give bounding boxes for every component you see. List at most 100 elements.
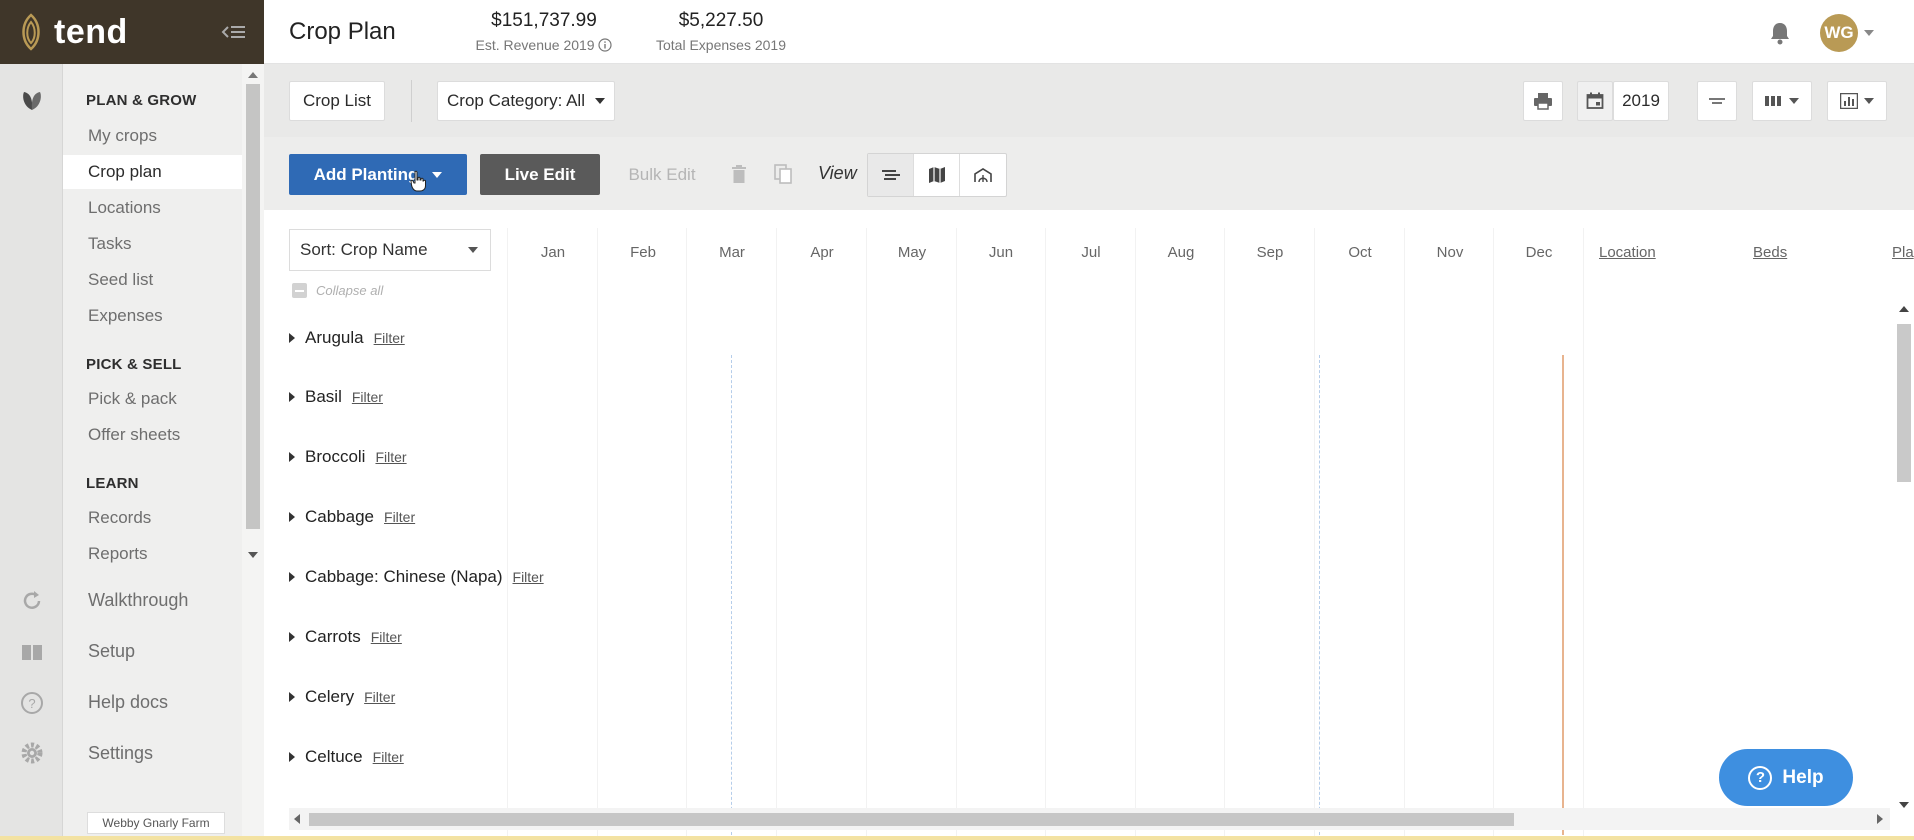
view-greenhouse-button[interactable] [960, 154, 1006, 196]
bar-chart-icon [1840, 93, 1858, 109]
calendar-button[interactable] [1577, 81, 1613, 121]
sidebar-item-settings[interactable]: Settings [63, 736, 242, 770]
gear-icon[interactable] [19, 740, 45, 766]
delete-button[interactable] [719, 154, 759, 194]
planting-actions: Add Planting Live Edit Bulk Edit View [264, 137, 1914, 210]
crop-row-arugula[interactable]: Arugula Filter [289, 323, 405, 353]
sidebar-scroll-thumb[interactable] [246, 84, 260, 529]
info-icon[interactable] [598, 38, 613, 52]
help-circle-icon[interactable]: ? [19, 690, 45, 716]
expand-caret-icon[interactable] [289, 512, 295, 522]
sidebar-item-locations[interactable]: Locations [63, 191, 242, 225]
expand-caret-icon[interactable] [289, 632, 295, 642]
month-sep: Sep [1256, 244, 1284, 261]
expand-caret-icon[interactable] [289, 452, 295, 462]
sidebar-item-walkthrough[interactable]: Walkthrough [63, 583, 242, 617]
expand-caret-icon[interactable] [289, 333, 295, 343]
sidebar-item-setup[interactable]: Setup [63, 634, 242, 668]
filter-link[interactable]: Filter [374, 330, 405, 346]
bell-icon[interactable] [1768, 20, 1792, 46]
expand-caret-icon[interactable] [289, 692, 295, 702]
view-map-button[interactable] [914, 154, 960, 196]
horizontal-scroll-thumb[interactable] [309, 813, 1514, 826]
brand-name: tend [54, 12, 128, 51]
section-plan-grow: PLAN & GROW [86, 92, 197, 109]
view-timeline-button[interactable] [868, 154, 914, 196]
month-dec: Dec [1525, 244, 1553, 261]
filter-link[interactable]: Filter [513, 569, 544, 585]
today-marker [1562, 355, 1564, 835]
sidebar-item-tasks[interactable]: Tasks [63, 227, 242, 261]
grid-line [776, 228, 777, 840]
sidebar-item-my-crops[interactable]: My crops [63, 119, 242, 153]
month-feb: Feb [630, 244, 656, 261]
vertical-scroll-thumb[interactable] [1897, 324, 1911, 482]
crop-row-basil[interactable]: Basil Filter [289, 382, 383, 412]
crop-row-celery[interactable]: Celery Filter [289, 682, 395, 712]
book-icon[interactable] [19, 639, 45, 665]
filter-link[interactable]: Filter [373, 749, 404, 765]
sidebar-item-help-docs[interactable]: Help docs [63, 685, 242, 719]
sidebar-item-records[interactable]: Records [63, 501, 242, 535]
crop-category-select[interactable]: Crop Category: All [437, 81, 615, 121]
collapse-sidebar-icon[interactable] [220, 22, 246, 42]
scroll-down-arrow-icon[interactable] [248, 552, 258, 558]
scroll-up-arrow-icon[interactable] [248, 72, 258, 78]
crop-row-carrots[interactable]: Carrots Filter [289, 622, 402, 652]
duplicate-button[interactable] [763, 154, 803, 194]
filter-link[interactable]: Filter [384, 509, 415, 525]
grid-line [1224, 228, 1225, 840]
help-button[interactable]: ? Help [1719, 749, 1853, 806]
chevron-down-icon[interactable] [1864, 30, 1874, 36]
sort-select[interactable]: Sort: Crop Name [289, 229, 491, 271]
timeline-vertical-scrollbar[interactable] [1893, 302, 1914, 815]
scroll-down-arrow-icon[interactable] [1899, 802, 1909, 808]
scroll-right-arrow-icon[interactable] [1877, 814, 1883, 824]
columns-menu-button[interactable] [1752, 81, 1812, 121]
sidebar-item-expenses[interactable]: Expenses [63, 299, 242, 333]
tend-logo-icon [22, 13, 40, 51]
crop-row-cabbage[interactable]: Cabbage Filter [289, 502, 415, 532]
month-jun: Jun [988, 244, 1014, 261]
avatar[interactable]: WG [1820, 14, 1858, 52]
month-oct: Oct [1348, 244, 1372, 261]
month-aug: Aug [1167, 244, 1195, 261]
month-mar: Mar [719, 244, 745, 261]
expand-caret-icon[interactable] [289, 572, 295, 582]
help-label: Help [1782, 766, 1824, 788]
column-planting[interactable]: Pla [1892, 244, 1914, 261]
collapse-checkbox-icon[interactable] [292, 283, 307, 298]
sidebar-item-crop-plan[interactable]: Crop plan [63, 155, 242, 189]
add-planting-button[interactable]: Add Planting [289, 154, 467, 195]
sidebar-item-reports[interactable]: Reports [63, 537, 242, 571]
column-beds[interactable]: Beds [1753, 244, 1787, 261]
compact-rows-button[interactable] [1697, 81, 1737, 121]
filter-link[interactable]: Filter [375, 449, 406, 465]
collapse-all-toggle[interactable]: Collapse all [292, 283, 383, 298]
crop-row-broccoli[interactable]: Broccoli Filter [289, 442, 407, 472]
filter-link[interactable]: Filter [371, 629, 402, 645]
leaf-icon[interactable] [19, 88, 45, 114]
sidebar-item-pick-pack[interactable]: Pick & pack [63, 382, 242, 416]
scroll-left-arrow-icon[interactable] [294, 814, 300, 824]
crop-row-celtuce[interactable]: Celtuce Filter [289, 742, 404, 772]
column-location[interactable]: Location [1599, 244, 1656, 261]
filter-link[interactable]: Filter [364, 689, 395, 705]
question-icon: ? [1748, 765, 1773, 790]
year-field[interactable]: 2019 [1613, 81, 1669, 121]
bulk-edit-button[interactable]: Bulk Edit [612, 154, 712, 195]
sidebar-item-seed-list[interactable]: Seed list [63, 263, 242, 297]
timeline-horizontal-scrollbar[interactable] [289, 808, 1890, 830]
print-button[interactable] [1523, 81, 1563, 121]
crop-row-cabbage-napa[interactable]: Cabbage: Chinese (Napa) Filter [289, 562, 544, 592]
scroll-up-arrow-icon[interactable] [1899, 306, 1909, 312]
refresh-icon[interactable] [19, 588, 45, 614]
live-edit-button[interactable]: Live Edit [480, 154, 600, 195]
sidebar-scrollbar[interactable] [242, 64, 264, 840]
sidebar-item-offer-sheets[interactable]: Offer sheets [63, 418, 242, 452]
crop-list-button[interactable]: Crop List [289, 81, 385, 121]
chart-menu-button[interactable] [1827, 81, 1887, 121]
expand-caret-icon[interactable] [289, 392, 295, 402]
expand-caret-icon[interactable] [289, 752, 295, 762]
filter-link[interactable]: Filter [352, 389, 383, 405]
